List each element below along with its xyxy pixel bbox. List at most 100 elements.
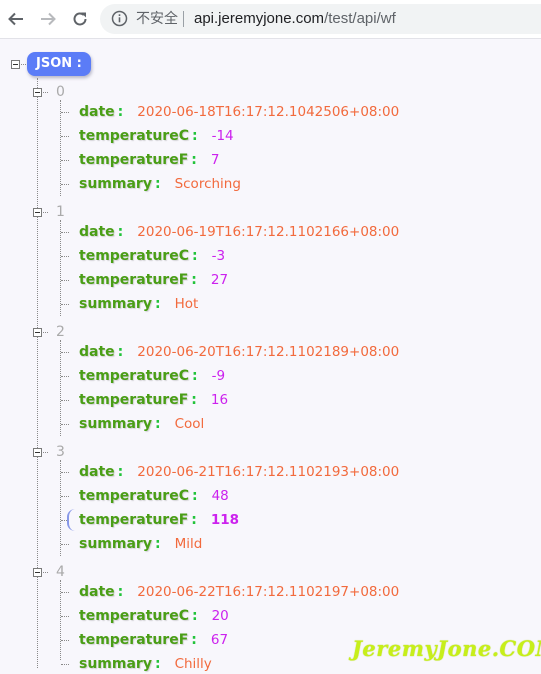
property-value[interactable]: 16 [211, 392, 228, 408]
security-label[interactable]: 不安全 [136, 10, 178, 28]
key-colon: : [191, 368, 198, 384]
property-date[interactable]: date:2020-06-19T16:17:12.1102166+08:00 [79, 222, 399, 242]
property-value[interactable]: 27 [211, 272, 228, 288]
tree-connector [21, 64, 26, 65]
tree-connector [61, 592, 69, 593]
key-colon: : [154, 416, 161, 432]
property-key: temperatureF [79, 632, 189, 648]
tree-connector [43, 212, 48, 213]
key-colon: : [154, 176, 161, 192]
property-key: date [79, 344, 115, 360]
property-value[interactable]: Cool [175, 416, 205, 432]
tree-connector [61, 640, 69, 641]
property-value[interactable]: 2020-06-20T16:17:12.1102189+08:00 [137, 344, 399, 360]
root-collapse-toggle[interactable] [11, 60, 20, 69]
property-temperatureF[interactable]: temperatureF:7 [79, 150, 219, 170]
property-value[interactable]: 2020-06-19T16:17:12.1102166+08:00 [137, 224, 399, 240]
tree-connector [61, 304, 69, 305]
property-value[interactable]: 48 [212, 488, 229, 504]
property-value[interactable]: 2020-06-22T16:17:12.1102197+08:00 [137, 584, 399, 600]
address-bar[interactable]: 不安全 api.jeremyjone.com/test/api/wf [100, 4, 541, 34]
property-summary[interactable]: summary: Chilly [79, 654, 212, 674]
key-colon: : [154, 296, 161, 312]
property-value[interactable]: Hot [175, 296, 199, 312]
url-path: /test/api/wf [324, 10, 396, 27]
tree-connector [60, 340, 61, 436]
property-temperatureF[interactable]: temperatureF:118 [79, 510, 239, 530]
tree-connector [43, 332, 48, 333]
property-temperatureF[interactable]: temperatureF:27 [79, 270, 228, 290]
item-index[interactable]: 2 [56, 323, 65, 341]
property-summary[interactable]: summary: Cool [79, 414, 204, 434]
property-value[interactable]: -14 [212, 128, 234, 144]
item-collapse-toggle[interactable] [33, 448, 42, 457]
item-collapse-toggle[interactable] [33, 568, 42, 577]
property-date[interactable]: date:2020-06-21T16:17:12.1102193+08:00 [79, 462, 399, 482]
key-colon: : [191, 248, 198, 264]
property-temperatureC[interactable]: temperatureC:20 [79, 606, 229, 626]
property-temperatureC[interactable]: temperatureC: -9 [79, 366, 225, 386]
info-icon[interactable] [111, 10, 128, 27]
property-temperatureF[interactable]: temperatureF:16 [79, 390, 228, 410]
tree-connector [61, 280, 69, 281]
item-index[interactable]: 3 [56, 443, 65, 461]
tree-connector [60, 220, 61, 316]
property-summary[interactable]: summary: Scorching [79, 174, 241, 194]
reload-button[interactable] [68, 7, 92, 31]
property-value[interactable]: 118 [211, 512, 239, 528]
property-summary[interactable]: summary: Mild [79, 534, 202, 554]
property-key: summary [79, 296, 152, 312]
property-key: temperatureC [79, 488, 189, 504]
property-value[interactable]: -3 [212, 248, 225, 264]
tree-connector [43, 92, 48, 93]
property-key: temperatureF [79, 272, 189, 288]
item-index[interactable]: 0 [56, 83, 65, 101]
key-colon: : [191, 608, 198, 624]
property-value[interactable]: 67 [211, 632, 228, 648]
property-key: summary [79, 416, 152, 432]
item-index[interactable]: 4 [56, 563, 65, 581]
property-date[interactable]: date:2020-06-22T16:17:12.1102197+08:00 [79, 582, 399, 602]
property-value[interactable]: 20 [212, 608, 229, 624]
property-date[interactable]: date:2020-06-20T16:17:12.1102189+08:00 [79, 342, 399, 362]
property-value[interactable]: 7 [211, 152, 220, 168]
property-value[interactable]: 2020-06-21T16:17:12.1102193+08:00 [137, 464, 399, 480]
key-colon: : [117, 584, 124, 600]
watermark: JeremyJone.COM [352, 636, 541, 661]
property-temperatureC[interactable]: temperatureC: -3 [79, 246, 225, 266]
item-index[interactable]: 1 [56, 203, 65, 221]
key-colon: : [117, 464, 124, 480]
property-value[interactable]: Chilly [175, 656, 212, 672]
tree-connector [61, 232, 69, 233]
property-temperatureC[interactable]: temperatureC:48 [79, 486, 229, 506]
property-key: date [79, 104, 115, 120]
reload-icon [73, 12, 87, 26]
property-temperatureF[interactable]: temperatureF:67 [79, 630, 228, 650]
property-value[interactable]: Mild [175, 536, 203, 552]
item-collapse-toggle[interactable] [33, 208, 42, 217]
json-tree: JSON : 0 date:2020-06-18T16:17:12.1042506… [0, 40, 541, 672]
item-collapse-toggle[interactable] [33, 88, 42, 97]
property-value[interactable]: -9 [212, 368, 225, 384]
key-colon: : [117, 104, 124, 120]
item-collapse-toggle[interactable] [33, 328, 42, 337]
property-temperatureC[interactable]: temperatureC: -14 [79, 126, 234, 146]
property-value[interactable]: 2020-06-18T16:17:12.1042506+08:00 [137, 104, 399, 120]
key-colon: : [154, 536, 161, 552]
tree-connector [61, 616, 69, 617]
property-summary[interactable]: summary: Hot [79, 294, 198, 314]
key-colon: : [191, 512, 197, 528]
hover-indicator [67, 509, 77, 531]
url-host: api.jeremyjone.com [194, 10, 325, 27]
tree-connector [61, 184, 69, 185]
url-text[interactable]: api.jeremyjone.com/test/api/wf [194, 9, 396, 29]
root-label[interactable]: JSON : [27, 52, 91, 76]
key-colon: : [154, 656, 161, 672]
property-value[interactable]: Scorching [175, 176, 241, 192]
property-key: temperatureF [79, 392, 189, 408]
tree-connector [61, 664, 69, 665]
property-date[interactable]: date:2020-06-18T16:17:12.1042506+08:00 [79, 102, 399, 122]
back-button[interactable] [4, 7, 28, 31]
forward-button[interactable] [36, 7, 60, 31]
key-colon: : [191, 272, 197, 288]
